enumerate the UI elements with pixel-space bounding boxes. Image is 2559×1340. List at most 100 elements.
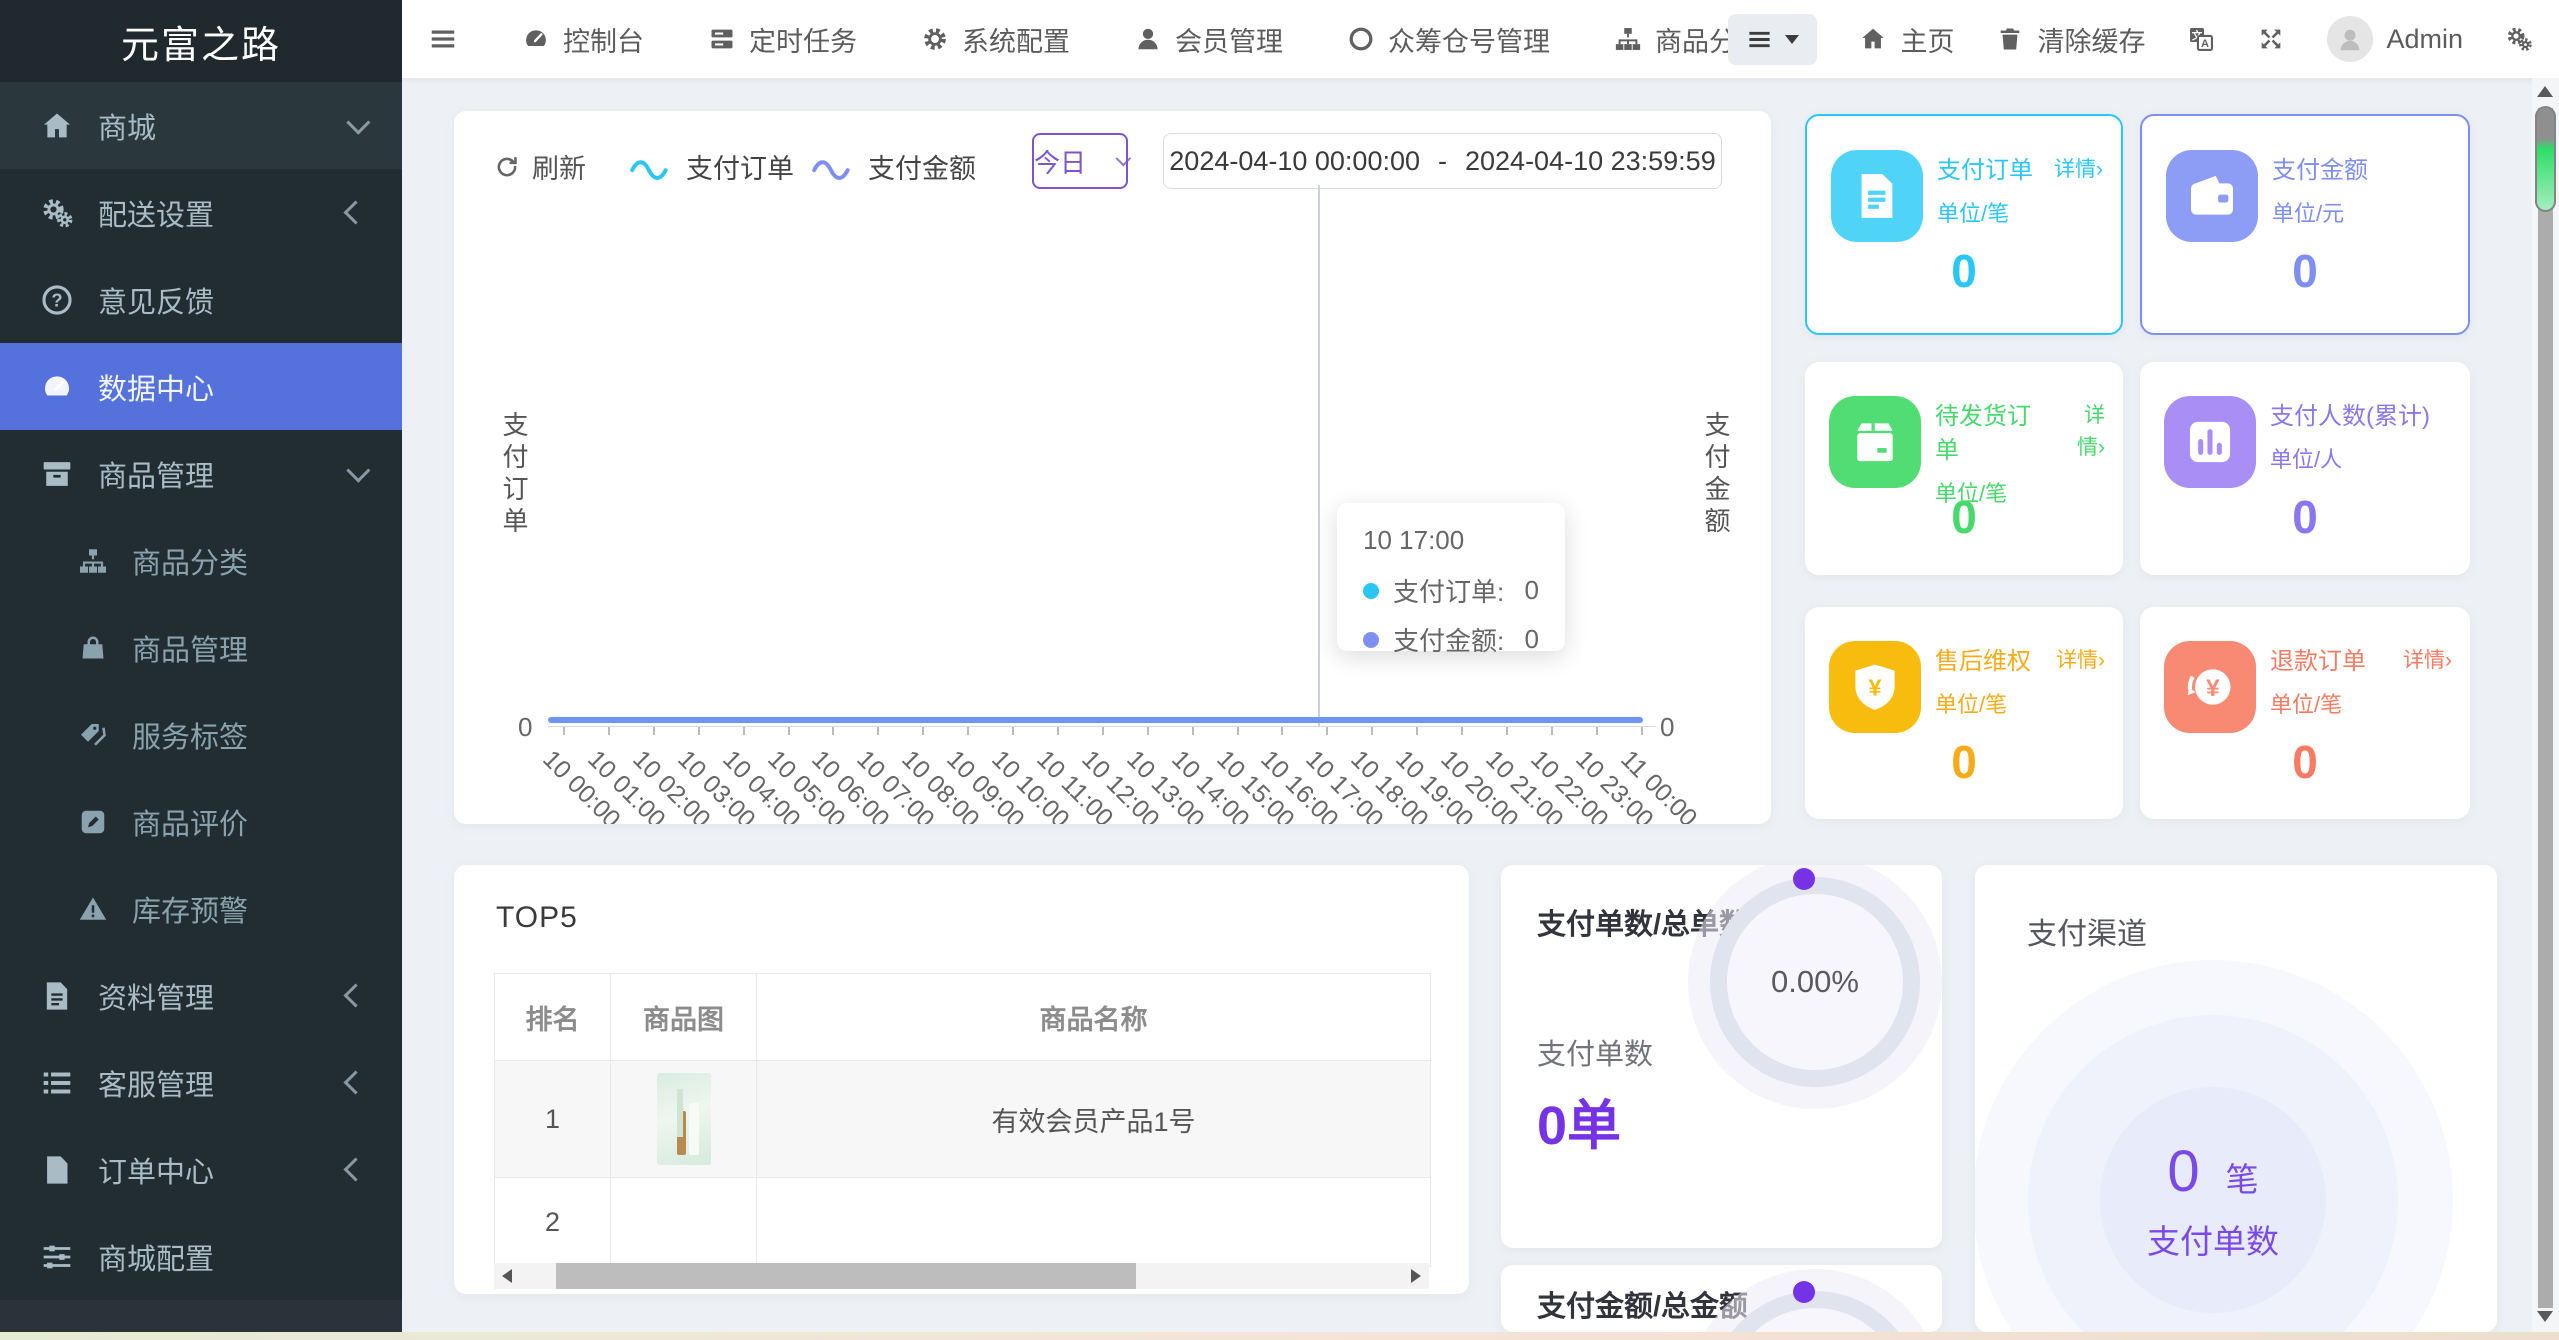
stat-card-title: 待发货订单 (1935, 403, 2031, 464)
stat-card-head: 支付订单 详情› 单位/笔 (1937, 154, 2103, 228)
x-axis-tick (652, 727, 655, 735)
bag-icon (78, 633, 108, 663)
detail-link[interactable]: 详情› (2056, 645, 2105, 677)
sidebar-item-4[interactable]: 商品管理 (0, 430, 402, 517)
tasks-icon (708, 25, 736, 53)
top5-header-cell: 商品名称 (1039, 1004, 1148, 1035)
dashboard-icon (522, 25, 550, 53)
date-range-value: 今日 (1034, 147, 1087, 178)
home-icon (40, 109, 74, 143)
series-dot-icon (1363, 582, 1379, 599)
home-icon (1859, 25, 1887, 53)
gauge-percent: 0.00% (1771, 964, 1859, 999)
page-vscrollbar[interactable] (2532, 78, 2559, 1332)
scroll-up-arrow[interactable] (2537, 86, 2553, 97)
nav-user[interactable]: Admin (2327, 16, 2463, 62)
detail-link[interactable]: 详情› (2403, 645, 2452, 677)
chevron-down-icon (346, 110, 371, 135)
sidebar-item-label: 商城 (98, 112, 157, 145)
sidebar-toggle-button[interactable] (428, 24, 458, 54)
tags-icon (78, 720, 108, 750)
cogs-icon (2505, 25, 2533, 53)
sidebar-item-5[interactable]: 资料管理 (0, 952, 402, 1039)
gauge-dot (1793, 1281, 1815, 1303)
legend-pay-amount[interactable]: 支付金额 (810, 147, 976, 186)
nav-dropdown-button[interactable] (1728, 13, 1818, 65)
channel-title: 支付渠道 (2027, 918, 2147, 951)
product-image-cell (611, 1178, 757, 1266)
detail-link[interactable]: 详情› (2059, 400, 2105, 464)
nav-item-定时任务[interactable]: 定时任务 (708, 20, 857, 59)
nav-item-控制台[interactable]: 控制台 (522, 20, 644, 59)
stat-card-unit: 单位/笔 (2270, 692, 2343, 717)
sidebar-item-label: 商城配置 (98, 1243, 215, 1276)
sidebar-item-3[interactable]: 数据中心 (0, 343, 402, 430)
nav-item-众筹仓号管理[interactable]: 众筹仓号管理 (1347, 20, 1550, 59)
sidebar-item-0[interactable]: 商城 (0, 82, 402, 169)
sidebar-item-7[interactable]: 订单中心 (0, 1126, 402, 1213)
stat-title-row: 退款订单 详情› (2270, 645, 2452, 679)
nav-item-会员管理[interactable]: 会员管理 (1134, 20, 1283, 59)
x-axis-tick (1505, 727, 1508, 735)
sidebar-subitem-4-2[interactable]: 服务标签 (0, 691, 402, 778)
chart-tooltip: 10 17:00 支付订单: 0 支付金额: 0 (1337, 503, 1565, 656)
scroll-left-arrow[interactable] (502, 1269, 512, 1283)
navbar-left: 控制台 定时任务 系统配置 会员管理 众筹仓号管理 商品分类 (428, 0, 1763, 78)
date-range-input[interactable]: 2024-04-10 00:00:00 - 2024-04-10 23:59:5… (1163, 133, 1722, 189)
nav-item-cogs-icon[interactable] (2505, 25, 2533, 53)
nav-item-expand-icon[interactable] (2257, 25, 2285, 53)
nav-item-translate-icon[interactable]: 文A (2187, 25, 2215, 53)
sidebar-subitem-label: 商品分类 (132, 547, 249, 580)
channel-value: 0 (2167, 1138, 2200, 1204)
date-start: 2024-04-10 00:00:00 (1169, 145, 1420, 176)
x-axis-tick (1056, 727, 1059, 735)
scroll-right-arrow[interactable] (1411, 1269, 1421, 1283)
squiggle-icon (810, 154, 856, 180)
stat-title-row: 支付订单 详情› (1937, 154, 2103, 188)
sidebar-subitem-4-3[interactable]: 商品评价 (0, 778, 402, 865)
hscroll-thumb[interactable] (556, 1263, 1136, 1289)
y-axis-left-tick: 0 (518, 712, 533, 742)
sidebar-subitem-4-1[interactable]: 商品管理 (0, 604, 402, 691)
refund-icon: ¥ (2164, 641, 2256, 733)
shield-icon: ¥ (1829, 641, 1921, 733)
scroll-down-arrow[interactable] (2537, 1311, 2553, 1322)
caret-down-icon (1785, 34, 1800, 44)
warning-icon (78, 894, 108, 924)
user-icon (1134, 25, 1162, 53)
detail-link[interactable]: 详情› (2054, 154, 2103, 186)
stat-card-unit: 单位/人 (2270, 447, 2343, 472)
top5-hscrollbar[interactable] (494, 1263, 1429, 1289)
refresh-button[interactable]: 刷新 (494, 147, 586, 186)
vscroll-thumb[interactable] (2535, 106, 2556, 212)
file-text-icon (40, 979, 74, 1013)
chevron-left-icon (343, 200, 368, 225)
nav-item-主页[interactable]: 主页 (1859, 20, 1954, 59)
date-range-select[interactable]: 今日 (1032, 133, 1132, 189)
legend-pay-orders[interactable]: 支付订单 (628, 147, 794, 186)
sidebar-item-1[interactable]: 配送设置 (0, 169, 402, 256)
nav-item-label: 主页 (1900, 26, 1955, 57)
nav-item-清除缓存[interactable]: 清除缓存 (1996, 20, 2145, 59)
series-dot-icon (1363, 631, 1379, 648)
sidebar-item-8[interactable]: 商城配置 (0, 1213, 402, 1300)
date-separator: - (1438, 145, 1447, 176)
sidebar-item-6[interactable]: 客服管理 (0, 1039, 402, 1126)
nav-item-系统配置[interactable]: 系统配置 (921, 20, 1070, 59)
stat-card-head: 退款订单 详情› 单位/笔 (2270, 645, 2452, 719)
product-image-cell (611, 1061, 757, 1177)
bars-icon (428, 24, 458, 54)
package-icon (1847, 414, 1903, 470)
sidebar-footer-strip (0, 1300, 402, 1332)
wallet-icon (2184, 168, 2240, 224)
file-icon (40, 1153, 74, 1187)
vscroll-track[interactable] (2538, 108, 2553, 1308)
x-axis-tick (1461, 727, 1463, 735)
nav-item-label: 定时任务 (749, 26, 857, 57)
sidebar-subitem-4-4[interactable]: 库存预警 (0, 865, 402, 952)
sidebar-subitem-4-0[interactable]: 商品分类 (0, 517, 402, 604)
sidebar-menu: 商城 配送设置? 意见反馈 数据中心 商品管理 商品分类 商品管理 服务标签 商品评价 库存预警资… (0, 82, 402, 1300)
sidebar-item-2[interactable]: ? 意见反馈 (0, 256, 402, 343)
sidebar-item-label: 客服管理 (98, 1069, 215, 1102)
x-axis-tick (697, 727, 700, 735)
